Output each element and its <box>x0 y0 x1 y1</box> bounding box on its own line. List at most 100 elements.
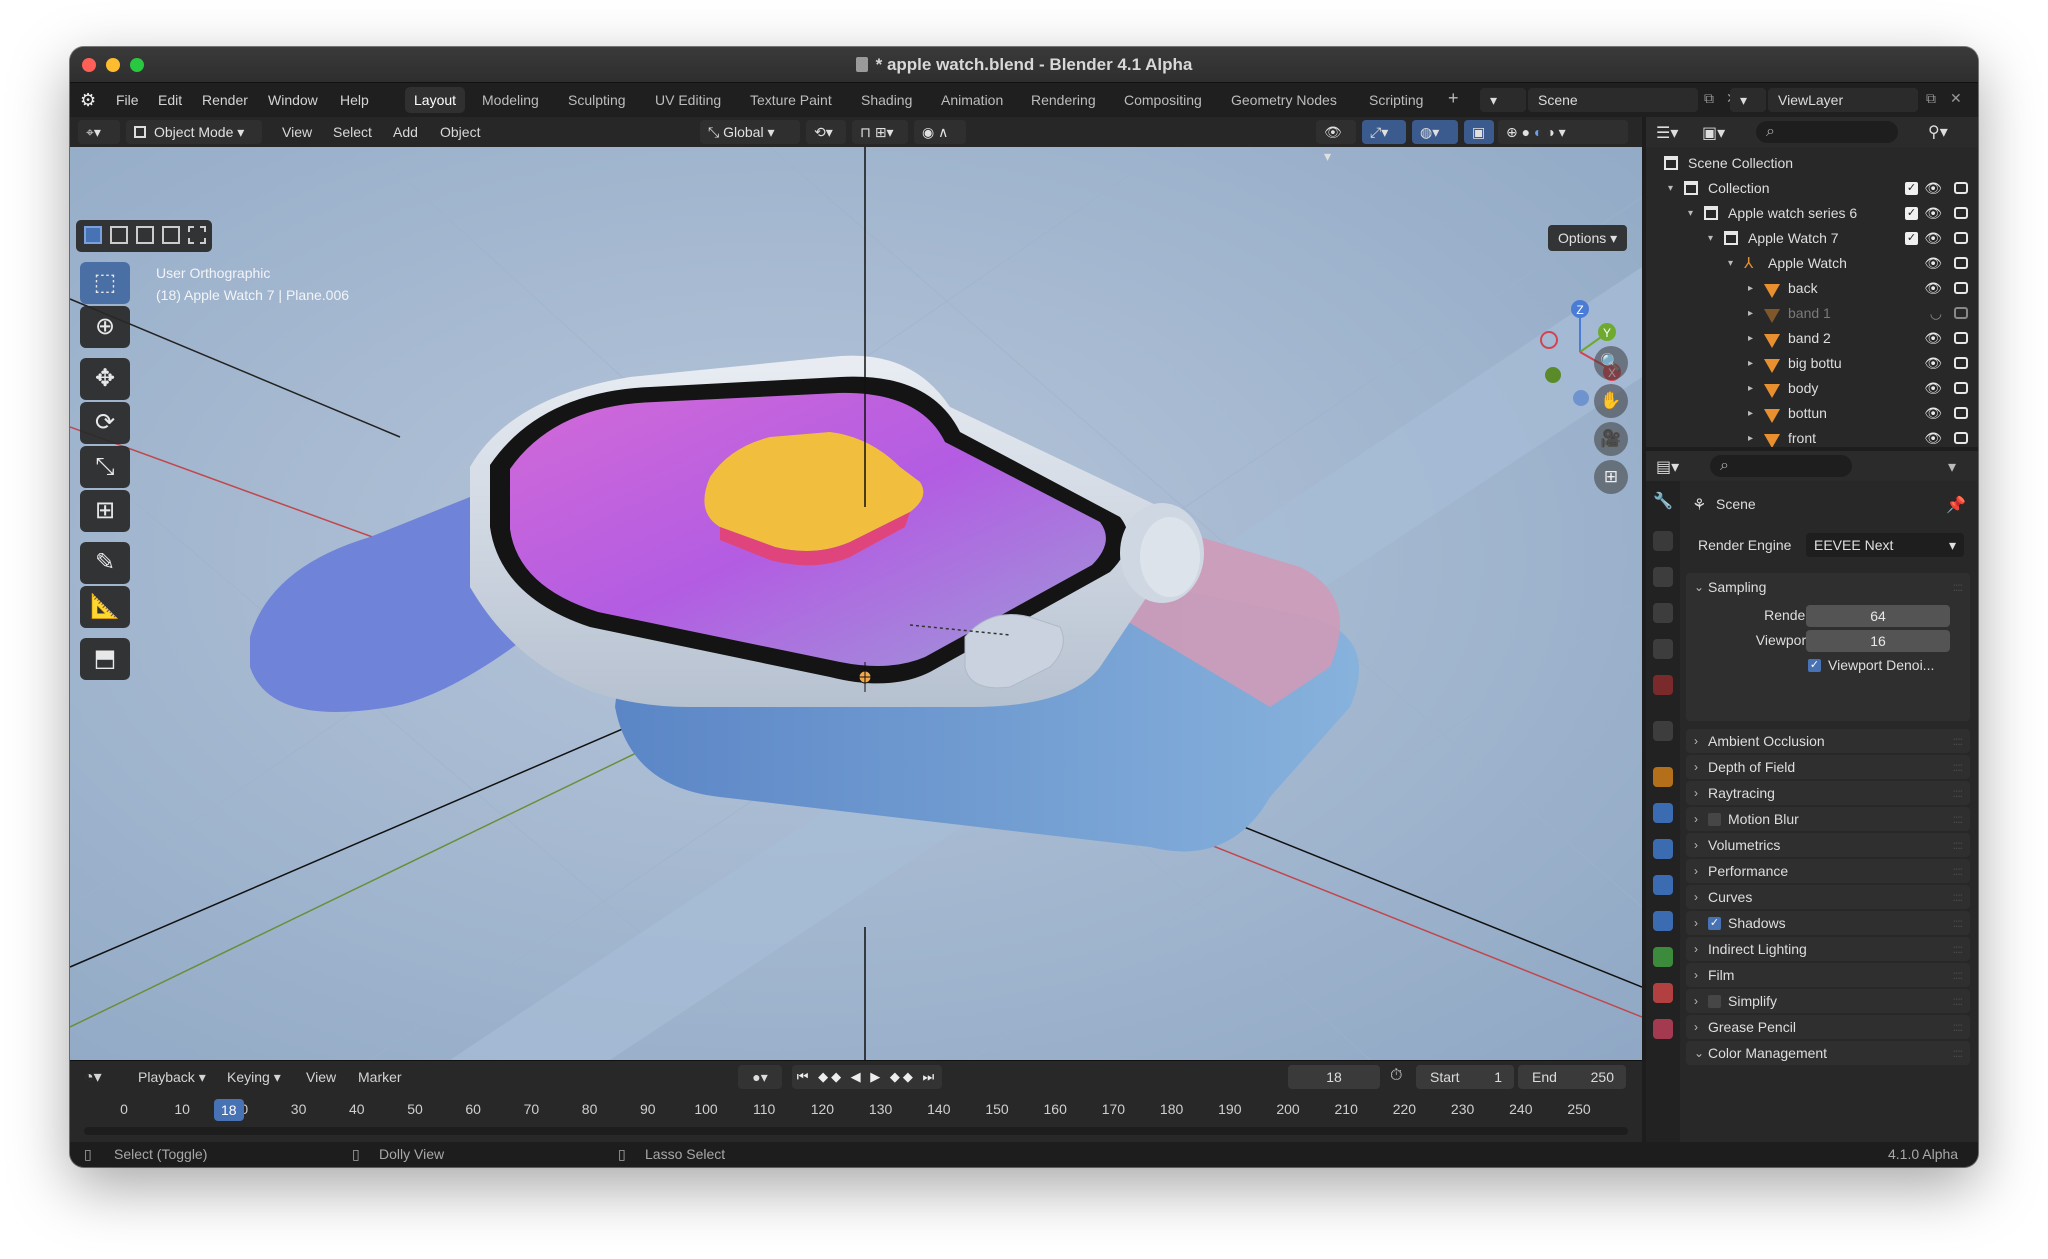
render-camera-icon[interactable] <box>1954 382 1968 394</box>
tab-animation[interactable]: Animation <box>932 87 1012 113</box>
select-intersect-icon[interactable] <box>188 226 206 244</box>
panel-enable-checkbox[interactable] <box>1708 995 1721 1008</box>
properties-editor-type-icon[interactable]: ▤▾ <box>1656 457 1679 477</box>
expand-toggle-icon[interactable]: ▾ <box>1668 176 1673 201</box>
select-subtract-icon[interactable] <box>136 226 154 244</box>
drag-grip-icon[interactable]: :::: <box>1953 755 1963 779</box>
material-tab-icon[interactable] <box>1653 983 1673 1003</box>
panel-depth-of-field[interactable]: › Depth of Field:::: <box>1686 755 1970 779</box>
exclude-checkbox[interactable]: ✓ <box>1905 207 1918 220</box>
menu-render[interactable]: Render <box>202 92 248 108</box>
new-viewlayer-icon[interactable]: ⧉ <box>1926 90 1936 107</box>
drag-grip-icon[interactable]: :::: <box>1953 937 1963 961</box>
viewlayer-browse-button[interactable]: ▾ <box>1730 88 1766 112</box>
gizmo-toggle[interactable]: ⤢▾ <box>1362 120 1406 144</box>
panel-simplify[interactable]: › Simplify:::: <box>1686 989 1970 1013</box>
outliner-row[interactable]: ▸ bottun 👁 <box>1646 401 1978 426</box>
outliner-row[interactable]: ▸ band 2 👁 <box>1646 326 1978 351</box>
visibility-eye-icon[interactable]: 👁 <box>1924 176 1942 201</box>
select-extend-icon[interactable] <box>110 226 128 244</box>
modifiers-tab-icon[interactable] <box>1653 803 1673 823</box>
render-camera-icon[interactable] <box>1954 432 1968 444</box>
drag-grip-icon[interactable]: :::: <box>1953 1041 1963 1065</box>
new-scene-icon[interactable]: ⧉ <box>1704 90 1714 107</box>
tool-tab-icon[interactable]: 🔧 <box>1653 491 1673 511</box>
render-camera-icon[interactable] <box>1954 182 1968 194</box>
menu-select[interactable]: Select <box>333 124 372 140</box>
drag-grip-icon[interactable]: :::: <box>1953 807 1963 831</box>
visibility-eye-icon[interactable]: 👁 <box>1924 351 1942 376</box>
current-frame-field[interactable]: 18 <box>1288 1065 1380 1089</box>
snapping-toggle[interactable]: ⊓ ⊞▾ <box>852 120 908 144</box>
visibility-eye-icon[interactable]: 👁 <box>1924 201 1942 226</box>
playhead[interactable]: 18 <box>213 1099 244 1121</box>
render-tab-icon[interactable] <box>1653 531 1673 551</box>
panel-curves[interactable]: › Curves:::: <box>1686 885 1970 909</box>
panel-raytracing[interactable]: › Raytracing:::: <box>1686 781 1970 805</box>
visibility-eye-icon[interactable]: 👁 <box>1924 376 1942 401</box>
render-camera-icon[interactable] <box>1954 282 1968 294</box>
panel-ambient-occlusion[interactable]: › Ambient Occlusion:::: <box>1686 729 1970 753</box>
expand-toggle-icon[interactable]: ▸ <box>1748 326 1753 351</box>
tab-texture-paint[interactable]: Texture Paint <box>741 87 841 113</box>
outliner-row[interactable]: ▾ Collection ✓ 👁 <box>1646 176 1978 201</box>
render-camera-icon[interactable] <box>1954 207 1968 219</box>
scale-tool-icon[interactable]: ⤡ <box>80 446 130 488</box>
timeline-editor-type-icon[interactable]: ◔▾ <box>84 1067 102 1087</box>
tab-sculpting[interactable]: Sculpting <box>559 87 635 113</box>
drag-grip-icon[interactable]: :::: <box>1953 859 1963 883</box>
panel-enable-checkbox[interactable] <box>1708 813 1721 826</box>
visibility-eye-icon[interactable]: 👁 <box>1924 251 1942 276</box>
drag-grip-icon[interactable]: :::: <box>1953 573 1963 601</box>
drag-grip-icon[interactable]: :::: <box>1953 729 1963 753</box>
filter-icon[interactable]: ⚲▾ <box>1928 122 1948 142</box>
object-tab-icon[interactable] <box>1653 767 1673 787</box>
tab-shading[interactable]: Shading <box>852 87 921 113</box>
proportional-editing-toggle[interactable]: ◉ ∧ <box>914 120 966 144</box>
drag-grip-icon[interactable]: :::: <box>1953 1015 1963 1039</box>
viewport-samples-field[interactable]: 16 <box>1806 630 1950 652</box>
visibility-eye-icon[interactable]: 👁 <box>1924 401 1942 426</box>
tab-compositing[interactable]: Compositing <box>1115 87 1211 113</box>
render-camera-icon[interactable] <box>1954 407 1968 419</box>
autokey-record-button[interactable]: ●▾ <box>738 1065 782 1089</box>
panel-color-management[interactable]: ⌄ Color Management:::: <box>1686 1041 1970 1065</box>
timeline-view-menu[interactable]: View <box>306 1069 336 1085</box>
outliner-row[interactable]: ▾ Apple watch series 6 ✓ 👁 <box>1646 201 1978 226</box>
tab-uv-editing[interactable]: UV Editing <box>646 87 730 113</box>
visibility-eye-icon[interactable]: 👁 <box>1924 426 1942 447</box>
scene-name-field[interactable]: Scene <box>1528 88 1698 112</box>
visibility-eye-icon[interactable]: 👁 <box>1924 276 1942 301</box>
annotate-tool-icon[interactable]: ✎ <box>80 542 130 584</box>
tab-geometry-nodes[interactable]: Geometry Nodes <box>1222 87 1346 113</box>
outliner-row[interactable]: ▾ Apple Watch 7 ✓ 👁 <box>1646 226 1978 251</box>
scene-tab-icon[interactable] <box>1653 639 1673 659</box>
outliner-search-input[interactable]: ⌕ <box>1756 121 1898 143</box>
drag-grip-icon[interactable]: :::: <box>1953 885 1963 909</box>
selection-mode-buttons[interactable] <box>76 220 212 252</box>
render-camera-icon[interactable] <box>1954 232 1968 244</box>
viewport-scene[interactable]: Z Y X <box>70 147 1642 1060</box>
visibility-eye-icon[interactable]: 👁 <box>1924 326 1942 351</box>
delete-viewlayer-icon[interactable]: ✕ <box>1950 90 1962 107</box>
sampling-label[interactable]: Sampling <box>1708 573 1766 601</box>
add-cube-tool-icon[interactable]: ⬒ <box>80 638 130 680</box>
menu-file[interactable]: File <box>116 92 139 108</box>
editor-type-button[interactable]: ⌖▾ <box>78 120 120 144</box>
expand-toggle-icon[interactable]: ▾ <box>1708 226 1713 251</box>
expand-toggle-icon[interactable]: ▾ <box>1728 251 1733 276</box>
ortho-grid-icon[interactable]: ⊞ <box>1594 460 1628 494</box>
world-tab-icon[interactable] <box>1653 675 1673 695</box>
tab-scripting[interactable]: Scripting <box>1360 87 1432 113</box>
transform-tool-icon[interactable]: ⊞ <box>80 490 130 532</box>
expand-toggle-icon[interactable]: ▸ <box>1748 276 1753 301</box>
output-tab-icon[interactable] <box>1653 567 1673 587</box>
physics-tab-icon[interactable] <box>1653 875 1673 895</box>
hidden-eye-icon[interactable]: ◡ <box>1930 301 1942 326</box>
drag-grip-icon[interactable]: :::: <box>1953 989 1963 1013</box>
properties-options-icon[interactable]: ▾ <box>1948 457 1956 477</box>
tab-rendering[interactable]: Rendering <box>1022 87 1105 113</box>
properties-search-input[interactable]: ⌕ <box>1710 455 1852 477</box>
timer-icon[interactable]: ⏱ <box>1390 1067 1402 1085</box>
drag-grip-icon[interactable]: :::: <box>1953 963 1963 987</box>
